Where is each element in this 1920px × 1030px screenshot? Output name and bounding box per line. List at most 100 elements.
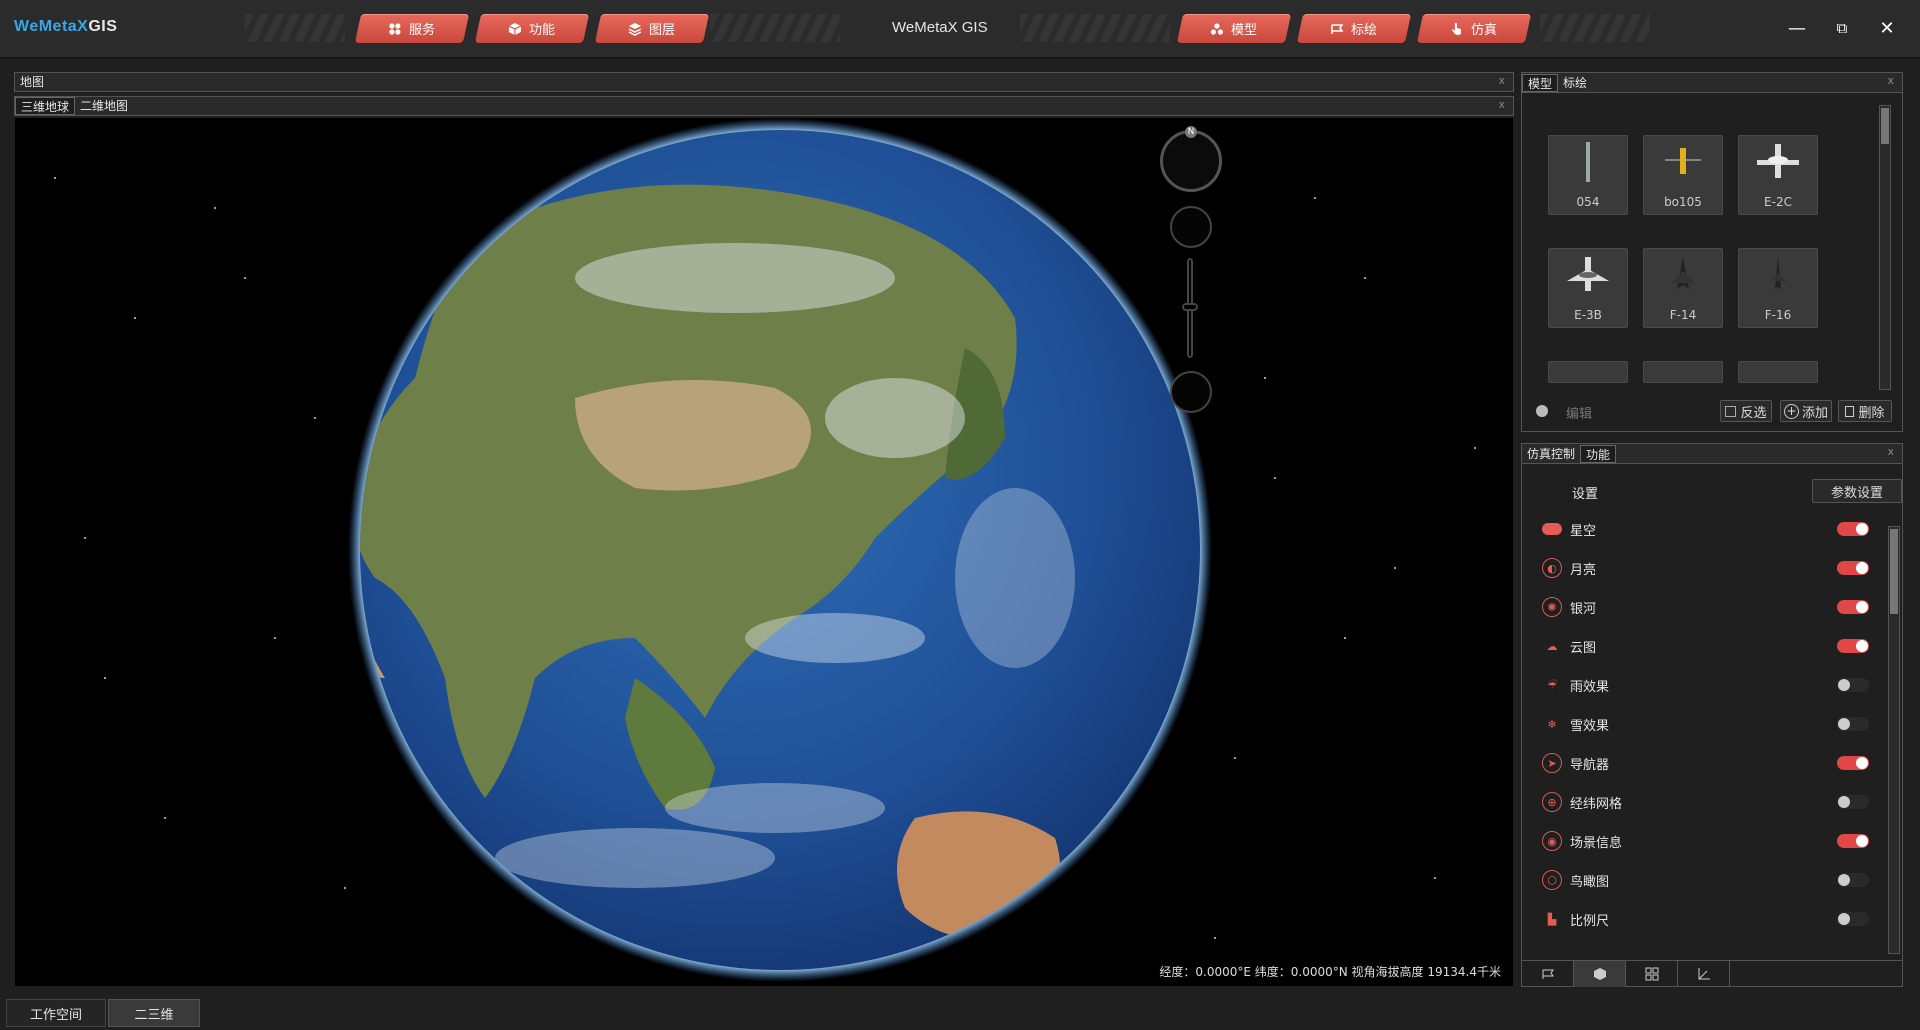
- model-item-partial[interactable]: [1548, 361, 1628, 383]
- toggle-moon[interactable]: [1837, 561, 1869, 575]
- model-item-f16[interactable]: F-16: [1738, 248, 1818, 328]
- edit-label: 编辑: [1566, 407, 1593, 422]
- param-settings-button[interactable]: 参数设置: [1812, 479, 1902, 503]
- sim-panel-close-icon[interactable]: x: [1887, 445, 1894, 458]
- toolbar-plot-tab[interactable]: [1522, 961, 1574, 987]
- toggle-galaxy[interactable]: [1837, 600, 1869, 614]
- nav-simulation-button[interactable]: 仿真: [1416, 14, 1532, 43]
- model-panel-close-icon[interactable]: x: [1887, 74, 1894, 87]
- feature-row-navigator: ➤ 导航器: [1542, 748, 1862, 778]
- cube-icon: [1593, 968, 1606, 980]
- map-subtabs-close-icon[interactable]: x: [1498, 98, 1505, 111]
- plus-circle-icon: +: [1783, 403, 1799, 419]
- fighter-jet-icon: [1671, 257, 1695, 289]
- nav-function-label: 功能: [529, 23, 556, 38]
- model-label: F-16: [1764, 308, 1792, 322]
- aircraft-icon: [1757, 144, 1799, 178]
- feature-label: 云图: [1570, 640, 1597, 656]
- model-item-partial[interactable]: [1643, 361, 1723, 383]
- toggle-snow[interactable]: [1837, 717, 1869, 731]
- model-item-partial[interactable]: [1738, 361, 1818, 383]
- tab-plot[interactable]: 标绘: [1558, 74, 1592, 92]
- feature-label: 导航器: [1570, 757, 1610, 773]
- feature-label: 比例尺: [1570, 913, 1610, 929]
- sim-panel-header: 仿真控制 功能 x: [1522, 444, 1902, 464]
- tab-3d-globe[interactable]: 三维地球: [15, 97, 76, 115]
- logo-main: WeMetaX: [14, 18, 89, 35]
- tab-map[interactable]: 地图: [15, 73, 49, 91]
- model-item-054[interactable]: 054: [1548, 135, 1628, 215]
- feature-label: 银河: [1570, 601, 1597, 617]
- toggle-cloud[interactable]: [1837, 639, 1869, 653]
- model-list-scroll-thumb[interactable]: [1881, 108, 1889, 144]
- feature-list-scrollbar[interactable]: [1888, 526, 1900, 954]
- nav-function-button[interactable]: 功能: [474, 14, 590, 43]
- layers-icon: [628, 22, 642, 36]
- model-item-e2c[interactable]: E-2C: [1738, 135, 1818, 215]
- map-panel-close-icon[interactable]: x: [1498, 74, 1505, 87]
- feature-list-scroll-thumb[interactable]: [1890, 529, 1898, 614]
- checkbox-icon: [1725, 405, 1737, 417]
- tab-workspace[interactable]: 工作空间: [6, 999, 106, 1027]
- toggle-navigator[interactable]: [1837, 756, 1869, 770]
- tab-model[interactable]: 模型: [1522, 73, 1559, 92]
- delete-model-button[interactable]: 删除: [1838, 400, 1892, 422]
- star-sky-icon: [1542, 523, 1562, 535]
- decor-stripes: [1540, 14, 1650, 42]
- edit-radio[interactable]: [1536, 405, 1548, 417]
- model-label: bo105: [1664, 195, 1702, 209]
- aircraft-icon: [1567, 257, 1609, 291]
- rain-icon: ☔: [1547, 678, 1557, 692]
- tilt-control[interactable]: [1170, 371, 1212, 413]
- feature-row-moon: ◐ 月亮: [1542, 553, 1862, 583]
- model-item-bo105[interactable]: bo105: [1643, 135, 1723, 215]
- tab-function[interactable]: 功能: [1580, 444, 1617, 463]
- toggle-star-sky[interactable]: [1837, 522, 1869, 536]
- model-list-scrollbar[interactable]: [1879, 105, 1891, 390]
- feature-row-rain: ☔ 雨效果: [1542, 670, 1862, 700]
- model-icon: [1210, 22, 1224, 36]
- toggle-rain[interactable]: [1837, 678, 1869, 692]
- app-title: WeMetaX GIS: [892, 19, 988, 36]
- globe-viewport[interactable]: N 经度：0.0000°E 纬度：0.0000°N 视角海拔高度 19134.4…: [15, 118, 1513, 986]
- restore-button[interactable]: ⧉: [1827, 14, 1857, 42]
- app-logo: WeMetaXGIS: [14, 18, 117, 36]
- toolbar-grid-tab[interactable]: [1626, 961, 1678, 987]
- model-panel-header: 模型 标绘 x: [1522, 73, 1902, 93]
- invert-label: 反选: [1740, 405, 1767, 421]
- snow-icon: ❄: [1547, 717, 1557, 731]
- toggle-overview[interactable]: [1837, 873, 1869, 887]
- tab-sim-control[interactable]: 仿真控制: [1522, 445, 1580, 463]
- close-button[interactable]: ✕: [1872, 14, 1902, 42]
- feature-label: 月亮: [1570, 562, 1597, 578]
- model-item-f14[interactable]: F-14: [1643, 248, 1723, 328]
- nav-service-label: 服务: [409, 23, 436, 38]
- tab-2d-3d[interactable]: 二三维: [108, 999, 200, 1027]
- compass-ring[interactable]: [1160, 130, 1222, 192]
- model-label: E-2C: [1764, 195, 1792, 209]
- feature-label: 经纬网格: [1570, 796, 1623, 812]
- minimize-button[interactable]: —: [1782, 14, 1812, 42]
- invert-selection-button[interactable]: 反选: [1720, 400, 1772, 422]
- model-label: F-14: [1669, 308, 1697, 322]
- toggle-grid[interactable]: [1837, 795, 1869, 809]
- zoom-slider-handle[interactable]: [1182, 303, 1198, 311]
- nav-service-button[interactable]: 服务: [354, 14, 470, 43]
- nav-plot-button[interactable]: 标绘: [1296, 14, 1412, 43]
- navigator-icon: ➤: [1542, 753, 1562, 773]
- toggle-scene-info[interactable]: [1837, 834, 1869, 848]
- nav-layers-button[interactable]: 图层: [594, 14, 710, 43]
- feature-row-overview: ⬡ 鸟瞰图: [1542, 865, 1862, 895]
- ship-icon: [1586, 142, 1590, 182]
- plot-icon: [1330, 22, 1344, 36]
- nav-model-button[interactable]: 模型: [1176, 14, 1292, 43]
- model-item-e3b[interactable]: E-3B: [1548, 248, 1628, 328]
- pan-control[interactable]: [1170, 206, 1212, 248]
- function-icon: [508, 22, 522, 36]
- toolbar-model-tab[interactable]: [1574, 961, 1626, 987]
- toggle-scale[interactable]: [1837, 912, 1869, 926]
- nav-model-label: 模型: [1231, 23, 1258, 38]
- toolbar-measure-tab[interactable]: [1678, 961, 1730, 987]
- tab-2d-map[interactable]: 二维地图: [75, 97, 133, 115]
- add-model-button[interactable]: + 添加: [1780, 400, 1832, 422]
